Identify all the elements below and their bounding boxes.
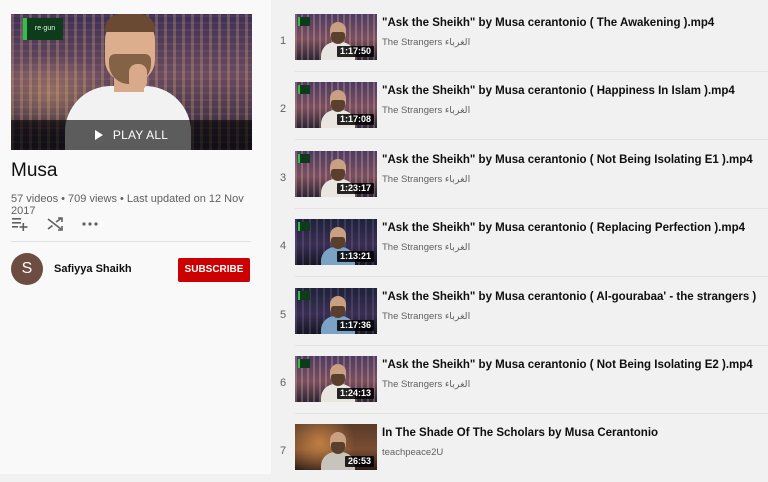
shuffle-icon[interactable] [46, 215, 64, 233]
video-thumbnail[interactable]: 1:17:36 [295, 287, 377, 334]
channel-logo-icon [298, 85, 310, 95]
video-list: 1 1:17:50 "Ask the Sheikh" by Musa ceranto… [271, 0, 768, 474]
video-channel[interactable]: The Strangers الغرباء [382, 242, 470, 253]
video-row[interactable]: 5 1:17:36 "Ask the Sheikh" by Musa ceranto… [271, 278, 768, 346]
add-to-queue-icon[interactable] [11, 215, 29, 233]
video-channel[interactable]: The Strangers الغرباء [382, 105, 470, 116]
video-thumbnail[interactable]: 26:53 [295, 424, 377, 471]
video-duration: 1:17:50 [336, 46, 374, 57]
video-row[interactable]: 3 1:23:17 "Ask the Sheikh" by Musa ceranto… [271, 141, 768, 209]
video-duration: 1:24:13 [336, 388, 374, 399]
playlist-title: Musa [11, 160, 58, 181]
video-thumbnail[interactable]: 1:17:50 [295, 14, 377, 60]
channel-logo-icon [298, 359, 310, 368]
video-title[interactable]: "Ask the Sheikh" by Musa cerantonio ( No… [382, 154, 762, 166]
video-index: 2 [279, 103, 287, 116]
channel-logo-icon: re·gun [23, 18, 63, 40]
video-title[interactable]: "Ask the Sheikh" by Musa cerantonio ( No… [382, 359, 762, 371]
play-icon [94, 130, 103, 140]
video-index: 3 [279, 171, 287, 184]
video-index: 7 [279, 445, 287, 458]
video-title[interactable]: "Ask the Sheikh" by Musa cerantonio ( Al… [382, 291, 762, 303]
video-channel[interactable]: The Strangers الغرباء [382, 37, 470, 48]
playlist-sidebar: re·gun PLAY ALL Musa 57 videos • 709 vie… [0, 0, 271, 474]
video-thumbnail[interactable]: 1:17:08 [295, 82, 377, 129]
video-row[interactable]: 1 1:17:50 "Ask the Sheikh" by Musa ceranto… [271, 4, 768, 72]
playlist-actions [11, 215, 99, 233]
channel-logo-icon [298, 290, 310, 300]
video-channel[interactable]: The Strangers الغرباء [382, 174, 470, 185]
video-duration: 1:17:36 [336, 319, 374, 331]
video-duration: 1:17:08 [336, 114, 374, 126]
video-title[interactable]: "Ask the Sheikh" by Musa cerantonio ( Ha… [382, 85, 762, 97]
playlist-hero-thumbnail[interactable]: re·gun PLAY ALL [11, 14, 252, 150]
play-all-label: PLAY ALL [112, 128, 169, 142]
video-channel[interactable]: The Strangers الغرباء [382, 379, 470, 390]
channel-logo-icon [298, 17, 310, 26]
video-row[interactable]: 7 26:53 In The Shade Of The Scholars by Mu… [271, 414, 768, 482]
thumbnail-person-beard [331, 168, 345, 181]
video-title[interactable]: In The Shade Of The Scholars by Musa Cer… [382, 427, 762, 439]
video-index: 4 [279, 240, 287, 253]
subscribe-button[interactable]: SUBSCRIBE [178, 258, 250, 282]
video-index: 1 [279, 35, 287, 47]
video-index: 5 [279, 308, 287, 321]
video-row[interactable]: 6 1:24:13 "Ask the Sheikh" by Musa ceranto… [271, 346, 768, 414]
video-duration: 26:53 [344, 456, 374, 468]
play-all-button[interactable]: PLAY ALL [11, 120, 252, 150]
video-title[interactable]: "Ask the Sheikh" by Musa cerantonio ( Th… [382, 17, 762, 29]
playlist-stats: 57 videos • 709 views • Last updated on … [11, 193, 244, 217]
owner-name[interactable]: Safiyya Shaikh [54, 263, 132, 275]
video-thumbnail[interactable]: 1:24:13 [295, 356, 377, 402]
hero-person-hand [129, 64, 147, 90]
video-title[interactable]: "Ask the Sheikh" by Musa cerantonio ( Re… [382, 222, 762, 234]
video-duration: 1:23:17 [336, 182, 374, 194]
sidebar-divider [11, 241, 251, 242]
video-row[interactable]: 2 1:17:08 "Ask the Sheikh" by Musa ceranto… [271, 72, 768, 141]
thumbnail-person-beard [331, 305, 345, 318]
video-duration: 1:13:21 [336, 251, 374, 263]
video-channel[interactable]: The Strangers الغرباء [382, 311, 470, 322]
video-thumbnail[interactable]: 1:23:17 [295, 150, 377, 197]
owner-avatar[interactable]: S [11, 253, 43, 285]
video-thumbnail[interactable]: 1:13:21 [295, 219, 377, 266]
hero-person-hair [105, 14, 155, 32]
more-icon[interactable] [81, 215, 99, 233]
video-channel[interactable]: teachpeace2U [382, 447, 443, 458]
channel-logo-icon [298, 153, 310, 163]
channel-logo-icon [298, 222, 310, 232]
video-index: 6 [279, 377, 287, 389]
video-row[interactable]: 4 1:13:21 "Ask the Sheikh" by Musa ceranto… [271, 209, 768, 278]
